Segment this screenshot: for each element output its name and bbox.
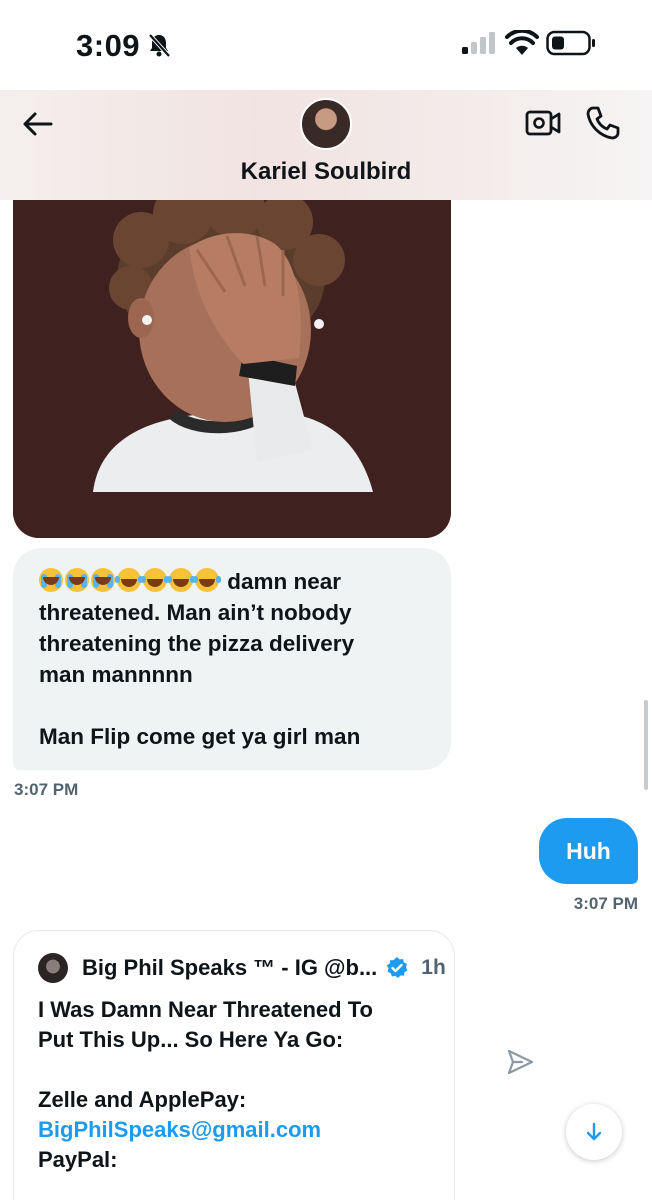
message-line-2: threatened. Man ain’t nobody xyxy=(39,600,352,625)
conversation-header: Kariel Soulbird xyxy=(0,90,652,200)
message-line-4: man mannnnn xyxy=(39,662,193,687)
post-line-3: Zelle and ApplePay: xyxy=(38,1087,247,1112)
shared-post-header: Big Phil Speaks ™ - IG @b... 1h xyxy=(38,951,446,985)
shared-post-card[interactable]: Big Phil Speaks ™ - IG @b... 1h I Was Da… xyxy=(13,930,455,1200)
message-line-1: damn near xyxy=(39,566,425,597)
post-spacer xyxy=(38,1055,430,1085)
message-text: damn near xyxy=(227,569,342,594)
scroll-to-bottom-button[interactable] xyxy=(566,1104,622,1160)
post-email-link[interactable]: BigPhilSpeaks@gmail.com xyxy=(38,1115,430,1145)
post-line-5: PayPal: xyxy=(38,1147,118,1172)
share-send-icon[interactable] xyxy=(506,1048,534,1076)
message-line-3: threatening the pizza delivery xyxy=(39,631,355,656)
shared-post-age: 1h xyxy=(421,956,446,979)
phone-call-icon[interactable] xyxy=(584,104,622,142)
wifi-icon xyxy=(505,30,539,55)
message-line-5: Man Flip come get ya girl man xyxy=(39,724,361,749)
incoming-message[interactable]: damn near threatened. Man ain’t nobody t… xyxy=(13,548,451,770)
post-line-1: I Was Damn Near Threatened To xyxy=(38,997,373,1022)
crying-emoji-icon xyxy=(91,568,115,592)
back-arrow-icon[interactable] xyxy=(20,106,56,142)
laughing-emoji-icon xyxy=(193,568,219,592)
bell-slash-icon xyxy=(148,33,171,58)
laughing-emoji-icon xyxy=(115,568,141,592)
crying-emoji-icon xyxy=(65,568,89,592)
battery-icon xyxy=(546,30,595,56)
status-bar: 3:09 xyxy=(0,0,652,90)
status-time: 3:09 xyxy=(76,28,141,63)
crying-emoji-icon xyxy=(39,568,63,592)
shared-post-author[interactable]: Big Phil Speaks ™ - IG @b... xyxy=(82,955,377,981)
scrollbar[interactable] xyxy=(644,700,648,790)
incoming-message-time: 3:07 PM xyxy=(14,780,79,799)
shared-post-avatar[interactable] xyxy=(38,953,68,983)
arrow-down-icon xyxy=(586,1122,602,1141)
signal-icon xyxy=(462,32,495,54)
verified-badge-icon xyxy=(386,957,408,978)
facepalm-memoji-image xyxy=(13,200,451,538)
laughing-emoji-icon xyxy=(141,568,167,592)
message-spacer xyxy=(39,690,425,721)
video-call-icon[interactable] xyxy=(524,106,562,140)
contact-avatar[interactable] xyxy=(300,98,352,150)
image-message[interactable] xyxy=(13,200,451,538)
post-line-2: Put This Up... So Here Ya Go: xyxy=(38,1027,344,1052)
laughing-emoji-icon xyxy=(167,568,193,592)
contact-name[interactable]: Kariel Soulbird xyxy=(0,158,652,186)
outgoing-message[interactable]: Huh xyxy=(539,818,638,884)
shared-post-body: I Was Damn Near Threatened To Put This U… xyxy=(38,995,430,1175)
outgoing-message-time: 3:07 PM xyxy=(573,894,638,913)
